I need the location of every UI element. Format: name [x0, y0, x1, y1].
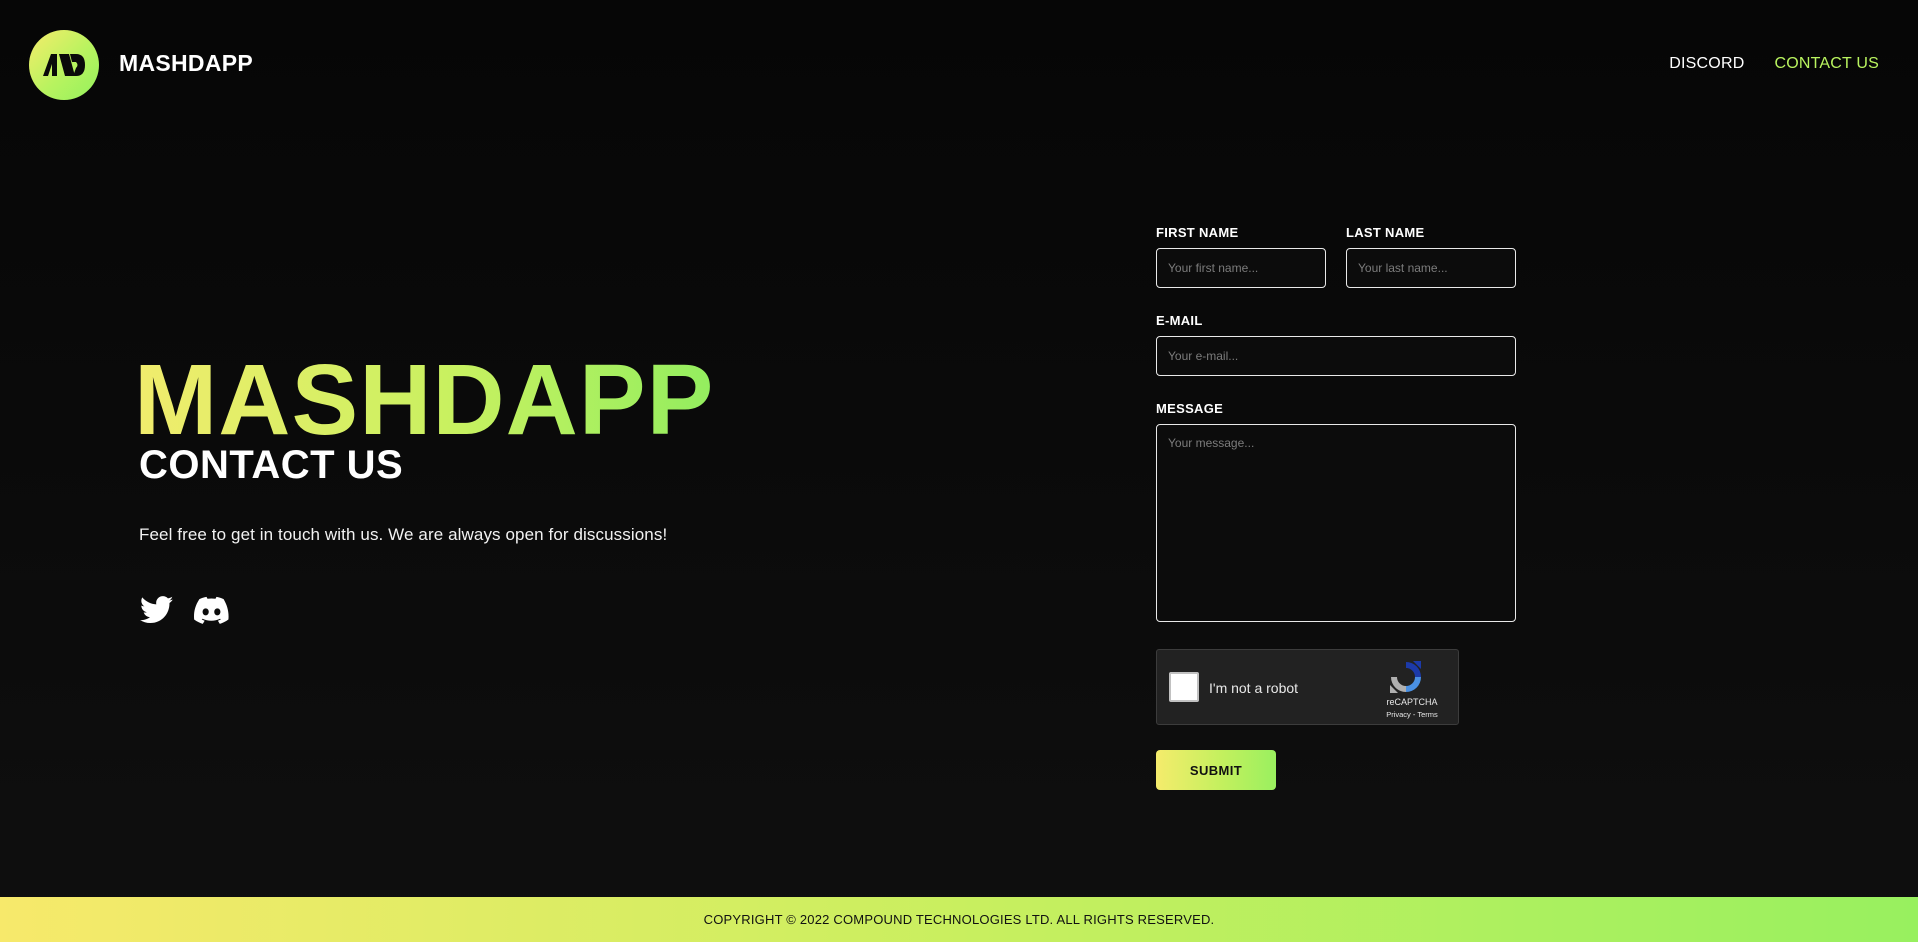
main-nav: DISCORD CONTACT US	[1669, 55, 1879, 73]
message-textarea[interactable]	[1156, 424, 1516, 622]
twitter-icon[interactable]	[139, 594, 174, 626]
email-label: E-MAIL	[1156, 313, 1203, 328]
message-label: MESSAGE	[1156, 401, 1224, 416]
last-name-label: LAST NAME	[1346, 225, 1425, 240]
contact-form: FIRST NAME LAST NAME E-MAIL MESSAGE I'm …	[1156, 225, 1516, 790]
recaptcha-icon	[1390, 661, 1421, 693]
first-name-label: FIRST NAME	[1156, 225, 1239, 240]
first-name-group: FIRST NAME	[1156, 225, 1326, 288]
logo-mark-icon	[43, 54, 85, 76]
hero-description: Feel free to get in touch with us. We ar…	[139, 525, 668, 544]
last-name-input[interactable]	[1346, 248, 1516, 288]
message-group: MESSAGE	[1156, 401, 1516, 622]
recaptcha-brand: reCAPTCHA	[1386, 697, 1438, 707]
copyright-text: COPYRIGHT © 2022 COMPOUND TECHNOLOGIES L…	[703, 912, 1215, 927]
recaptcha-label: I'm not a robot	[1209, 680, 1299, 696]
discord-icon[interactable]	[194, 594, 229, 626]
first-name-input[interactable]	[1156, 248, 1326, 288]
site-header: MASHDAPP DISCORD CONTACT US	[0, 0, 1918, 130]
hero-title: MASHDAPP	[134, 344, 715, 456]
brand-name[interactable]: MASHDAPP	[119, 50, 253, 77]
nav-item-contact-us[interactable]: CONTACT US	[1774, 55, 1879, 73]
recaptcha-links[interactable]: Privacy - Terms	[1377, 710, 1447, 719]
social-links	[139, 594, 229, 626]
nav-item-discord[interactable]: DISCORD	[1669, 55, 1744, 73]
submit-button[interactable]: SUBMIT	[1156, 750, 1276, 790]
logo-icon[interactable]	[29, 30, 99, 100]
last-name-group: LAST NAME	[1346, 225, 1516, 288]
page: MASHDAPP DISCORD CONTACT US MASHDAPP CON…	[0, 0, 1918, 942]
recaptcha-widget: I'm not a robot reCAPTCHA Privacy - Term…	[1156, 649, 1459, 725]
email-group: E-MAIL	[1156, 313, 1516, 376]
name-row: FIRST NAME LAST NAME	[1156, 225, 1516, 288]
hero-subtitle: CONTACT US	[139, 443, 404, 487]
site-footer: COPYRIGHT © 2022 COMPOUND TECHNOLOGIES L…	[0, 897, 1918, 942]
email-input[interactable]	[1156, 336, 1516, 376]
recaptcha-checkbox[interactable]	[1169, 672, 1199, 702]
